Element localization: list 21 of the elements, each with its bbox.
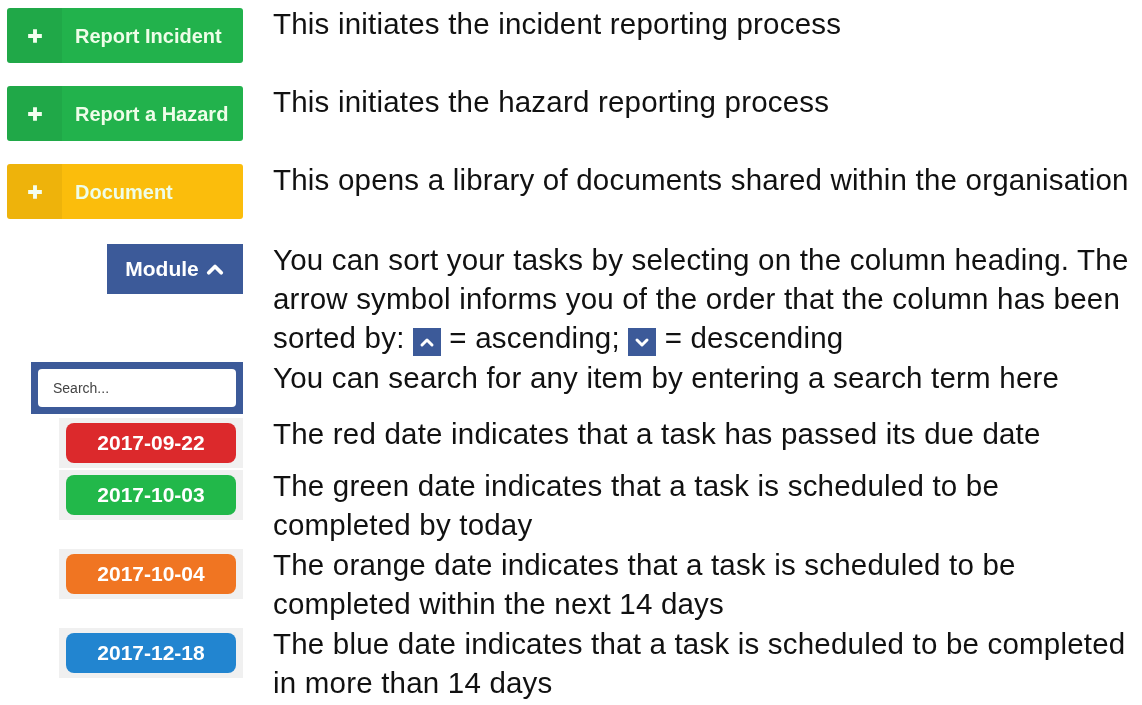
action-button[interactable]: Report Incident [7,8,243,63]
description-text: The green date indicates that a task is scheduled to be completed by today [273,468,1000,543]
date-badge: 2017-10-04 [66,554,236,594]
description-text: This initiates the incident reporting process [273,6,843,42]
plus-icon [26,27,43,44]
date-badge: 2017-09-22 [66,423,236,463]
description-text: This initiates the hazard reporting process [273,84,831,120]
search-field[interactable]: Search... [38,369,236,407]
date-badge: 2017-10-03 [66,475,236,515]
description-text: The orange date indicates that a task is scheduled to be completed within the next 14 days [273,547,1017,622]
plus-icon [26,183,43,200]
action-button[interactable]: Report a Hazard [7,86,243,141]
action-button[interactable]: Document [7,164,243,219]
description-text: This opens a library of documents shared within the organisation [273,162,1130,198]
plus-icon [26,105,43,122]
description-text: You can sort your tasks by selecting on the column heading. The arrow symbol informs you of the order that the column has been sorted by: = ascending; = descending [273,242,1130,357]
date-badge: 2017-12-18 [66,633,236,673]
description-text: You can search for any item by entering a search term here [273,360,1061,396]
column-header[interactable]: Module [107,244,243,294]
description-text: The red date indicates that a task has passed its due date [273,416,1042,452]
description-text: The blue date indicates that a task is scheduled to be completed in more than 14 days [273,626,1127,701]
